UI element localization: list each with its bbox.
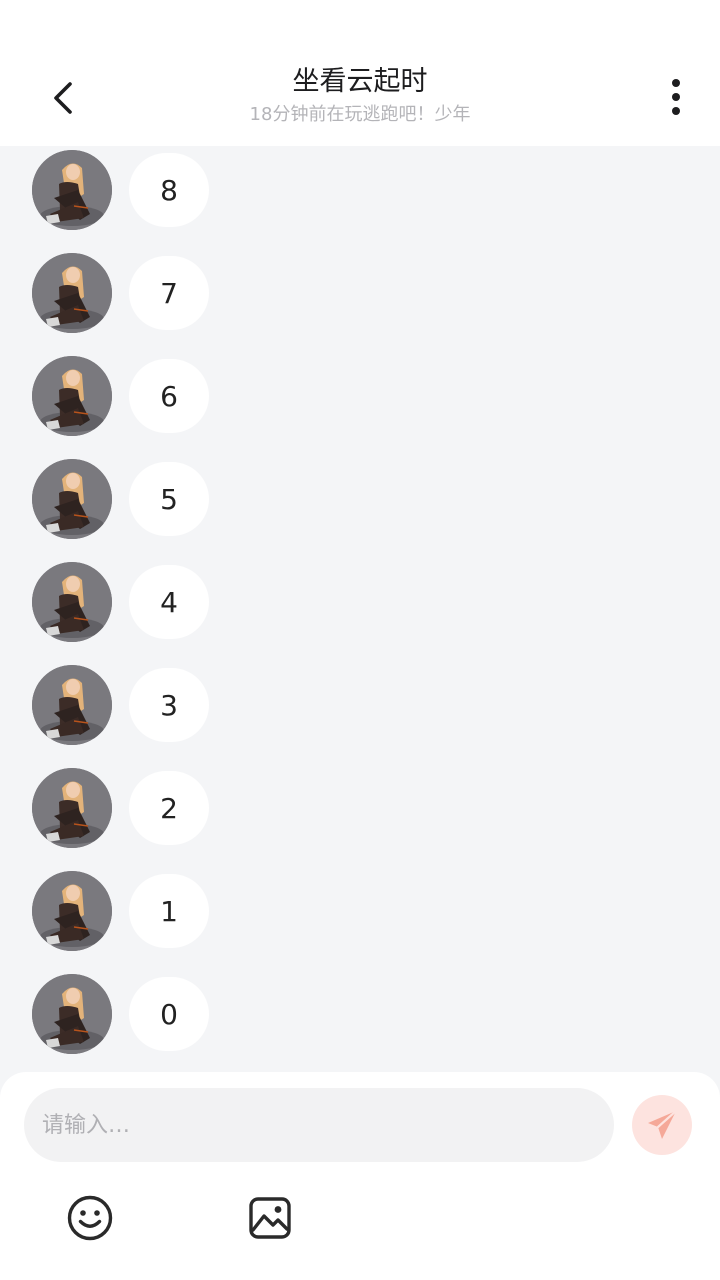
contact-avatar[interactable] [32, 150, 112, 230]
message-row: 1 [32, 871, 209, 951]
send-button[interactable] [632, 1095, 692, 1155]
contact-avatar[interactable] [32, 665, 112, 745]
message-bubble[interactable]: 4 [129, 565, 209, 639]
message-input[interactable] [24, 1088, 614, 1162]
message-row: 3 [32, 665, 209, 745]
contact-avatar[interactable] [32, 768, 112, 848]
back-button[interactable] [36, 70, 92, 126]
message-row: 7 [32, 253, 209, 333]
message-bubble[interactable]: 2 [129, 771, 209, 845]
contact-avatar[interactable] [32, 562, 112, 642]
contact-avatar[interactable] [32, 871, 112, 951]
chat-screen: 坐看云起时 18分钟前在玩逃跑吧！少年 8 7 6 5 4 3 2 1 0 [0, 0, 720, 1280]
chevron-left-icon [54, 82, 72, 114]
contact-avatar[interactable] [32, 459, 112, 539]
title-block: 坐看云起时 18分钟前在玩逃跑吧！少年 [160, 64, 560, 128]
message-row: 4 [32, 562, 209, 642]
message-bubble[interactable]: 7 [129, 256, 209, 330]
paper-plane-icon [648, 1109, 678, 1139]
message-bubble[interactable]: 6 [129, 359, 209, 433]
contact-avatar[interactable] [32, 253, 112, 333]
presence-status: 18分钟前在玩逃跑吧！少年 [249, 104, 471, 125]
message-bubble[interactable]: 5 [129, 462, 209, 536]
message-row: 0 [32, 974, 209, 1054]
emoji-button[interactable] [64, 1192, 116, 1244]
page-title: 坐看云起时 [292, 66, 428, 97]
image-icon [249, 1197, 291, 1239]
message-row: 8 [32, 150, 209, 230]
more-vertical-icon [672, 79, 680, 115]
message-bubble[interactable]: 3 [129, 668, 209, 742]
image-button[interactable] [244, 1192, 296, 1244]
smiley-face-icon [67, 1195, 113, 1241]
contact-avatar[interactable] [32, 974, 112, 1054]
message-list[interactable]: 8 7 6 5 4 3 2 1 0 [0, 146, 720, 1072]
chat-header: 坐看云起时 18分钟前在玩逃跑吧！少年 [0, 0, 720, 146]
message-row: 2 [32, 768, 209, 848]
contact-avatar[interactable] [32, 356, 112, 436]
more-options-button[interactable] [652, 70, 700, 126]
message-row: 5 [32, 459, 209, 539]
message-bubble[interactable]: 8 [129, 153, 209, 227]
input-panel [0, 1072, 720, 1280]
message-bubble[interactable]: 0 [129, 977, 209, 1051]
message-row: 6 [32, 356, 209, 436]
message-bubble[interactable]: 1 [129, 874, 209, 948]
